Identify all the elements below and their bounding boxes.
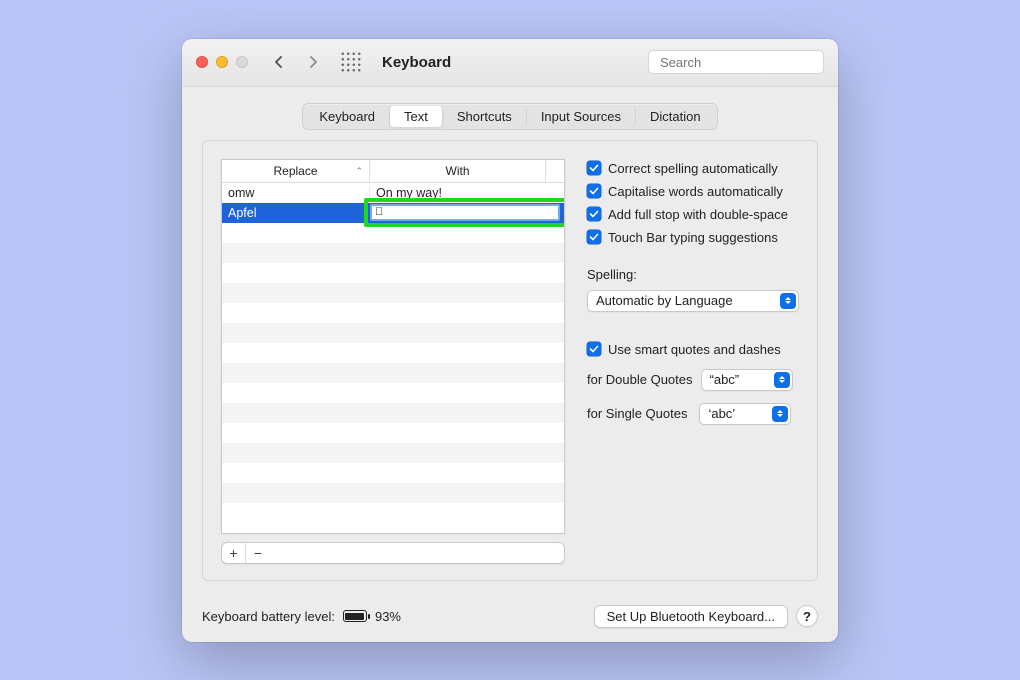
content-area: KeyboardTextShortcutsInput SourcesDictat… [182, 87, 838, 593]
select-arrows-icon [774, 372, 790, 388]
preferences-window: Keyboard KeyboardTextShortcutsInput Sour… [182, 39, 838, 642]
sort-caret-icon: ⌃ [355, 166, 363, 177]
spelling-value: Automatic by Language [596, 293, 733, 308]
help-button[interactable]: ? [796, 605, 818, 627]
column-with[interactable]: With [370, 160, 546, 182]
column-with-label: With [446, 164, 470, 178]
table-row-empty [222, 463, 564, 483]
with-cell[interactable]: On my way! [370, 186, 564, 200]
table-row-empty [222, 303, 564, 323]
table-header: Replace ⌃ With [222, 160, 564, 183]
touchbar-checkbox[interactable]: Touch Bar typing suggestions [587, 230, 799, 245]
single-quotes-value: ‘abc’ [708, 406, 735, 421]
text-panel: Replace ⌃ With omwOn my way!Apfel + − [202, 140, 818, 581]
tab-dictation[interactable]: Dictation [636, 106, 715, 127]
checkbox-icon [587, 342, 601, 356]
search-field[interactable] [648, 50, 824, 74]
checkbox-icon [587, 161, 601, 175]
table-row-empty [222, 263, 564, 283]
table-row-empty [222, 483, 564, 503]
window-title: Keyboard [382, 54, 451, 71]
checkbox-icon [587, 230, 601, 244]
table-row-empty [222, 383, 564, 403]
close-window-button[interactable] [196, 56, 208, 68]
touchbar-label: Touch Bar typing suggestions [608, 230, 778, 245]
zoom-window-button [236, 56, 248, 68]
replacement-table: Replace ⌃ With omwOn my way!Apfel [221, 159, 565, 534]
full-stop-checkbox[interactable]: Add full stop with double-space [587, 207, 799, 222]
checkbox-icon [587, 207, 601, 221]
full-stop-label: Add full stop with double-space [608, 207, 788, 222]
table-row[interactable]: Apfel [222, 203, 564, 223]
column-replace[interactable]: Replace ⌃ [222, 160, 370, 182]
show-all-prefs-icon[interactable] [340, 51, 362, 73]
battery-percent: 93% [375, 609, 401, 624]
correct-spelling-label: Correct spelling automatically [608, 161, 778, 176]
correct-spelling-checkbox[interactable]: Correct spelling automatically [587, 161, 799, 176]
replace-cell[interactable]: omw [222, 186, 370, 200]
edit-input[interactable]:  [370, 204, 560, 221]
forward-button [300, 50, 326, 74]
single-quotes-select[interactable]: ‘abc’ [699, 403, 791, 425]
double-quotes-value: “abc” [710, 372, 740, 387]
smart-quotes-label: Use smart quotes and dashes [608, 342, 781, 357]
tab-text[interactable]: Text [390, 106, 443, 127]
table-row-empty [222, 343, 564, 363]
footer: Keyboard battery level: 93% Set Up Bluet… [182, 593, 838, 642]
add-button[interactable]: + [222, 543, 246, 563]
smart-quotes-checkbox[interactable]: Use smart quotes and dashes [587, 342, 799, 357]
remove-button[interactable]: − [246, 543, 270, 563]
table-row-empty [222, 283, 564, 303]
table-row-empty [222, 363, 564, 383]
bluetooth-setup-button[interactable]: Set Up Bluetooth Keyboard... [594, 605, 788, 628]
options-section: Correct spelling automatically Capitalis… [587, 159, 799, 564]
tab-bar: KeyboardTextShortcutsInput SourcesDictat… [302, 103, 717, 130]
traffic-lights [196, 56, 248, 68]
table-body[interactable]: omwOn my way!Apfel [222, 183, 564, 517]
table-row-empty [222, 323, 564, 343]
table-row-empty [222, 423, 564, 443]
table-row-empty [222, 243, 564, 263]
single-quotes-label: for Single Quotes [587, 406, 687, 421]
select-arrows-icon [780, 293, 796, 309]
spelling-select[interactable]: Automatic by Language [587, 290, 799, 312]
double-quotes-select[interactable]: “abc” [701, 369, 793, 391]
tab-input-sources[interactable]: Input Sources [527, 106, 636, 127]
table-row-empty [222, 403, 564, 423]
minimize-window-button[interactable] [216, 56, 228, 68]
capitalise-checkbox[interactable]: Capitalise words automatically [587, 184, 799, 199]
table-row-empty [222, 503, 564, 517]
tab-keyboard[interactable]: Keyboard [305, 106, 390, 127]
search-input[interactable] [660, 55, 836, 70]
with-cell-editing[interactable]:  [370, 203, 564, 223]
window-toolbar: Keyboard [182, 39, 838, 87]
spelling-label: Spelling: [587, 267, 799, 282]
tab-shortcuts[interactable]: Shortcuts [443, 106, 527, 127]
table-row[interactable]: omwOn my way! [222, 183, 564, 203]
table-row-empty [222, 443, 564, 463]
capitalise-label: Capitalise words automatically [608, 184, 783, 199]
column-spacer [546, 160, 564, 182]
table-row-empty [222, 223, 564, 243]
column-replace-label: Replace [273, 164, 317, 178]
text-replacement-section: Replace ⌃ With omwOn my way!Apfel + − [221, 159, 565, 564]
checkbox-icon [587, 184, 601, 198]
double-quotes-label: for Double Quotes [587, 372, 693, 387]
select-arrows-icon [772, 406, 788, 422]
add-remove-group: + − [221, 542, 565, 564]
battery-icon [343, 610, 367, 622]
back-button[interactable] [266, 50, 292, 74]
battery-label: Keyboard battery level: [202, 609, 335, 624]
replace-cell[interactable]: Apfel [222, 206, 370, 220]
